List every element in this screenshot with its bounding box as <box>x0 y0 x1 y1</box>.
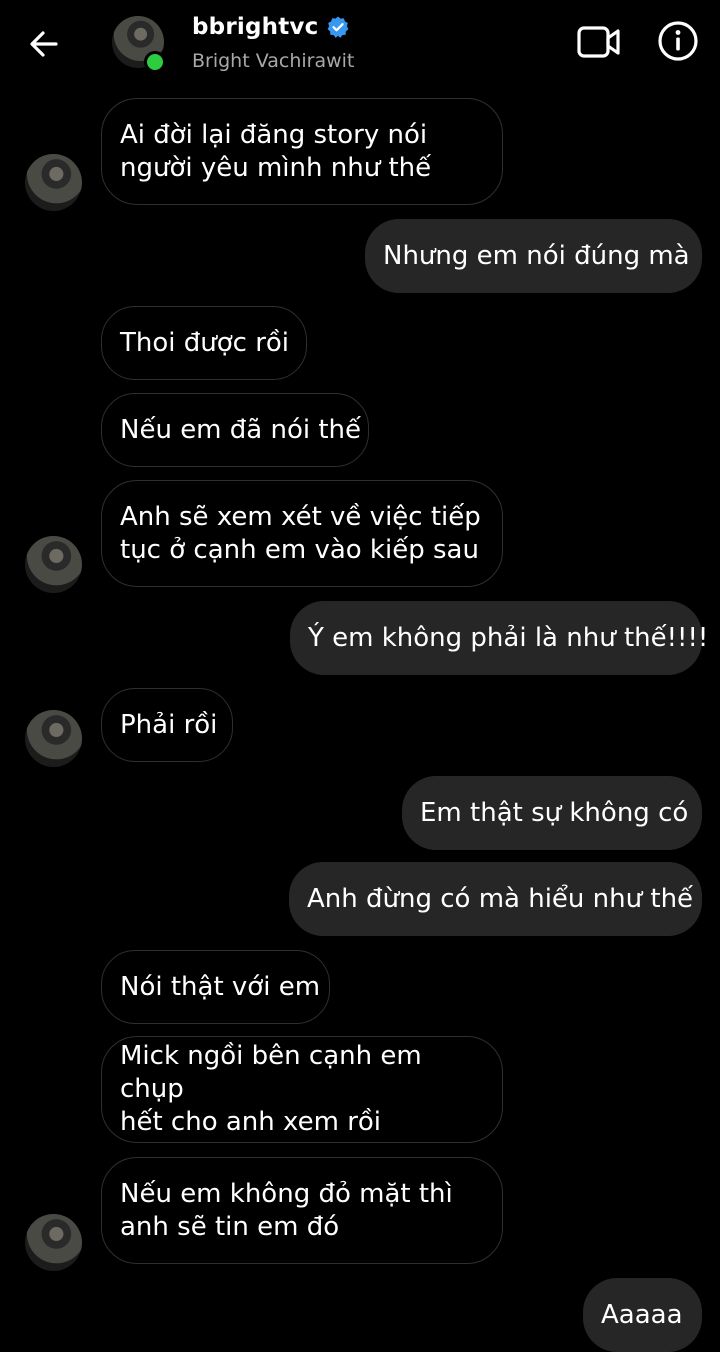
message-text: Nếu em đã nói thế <box>120 414 362 445</box>
message-bubble-sent[interactable]: Ý em không phải là như thế!!!! <box>290 601 708 675</box>
message-bubble-received[interactable]: Ai đời lại đăng story nói người yêu mình… <box>101 98 503 205</box>
message-text-line: hết cho anh xem rồi <box>120 1107 382 1137</box>
message-text-line: người yêu mình như thế <box>120 152 432 183</box>
message-text: Thoi được rồi <box>120 327 290 358</box>
message-bubble-received[interactable]: Thoi được rồi <box>101 306 307 380</box>
message-text-line: tục ở cạnh em vào kiếp sau <box>120 534 479 565</box>
message-text-line: Mick ngồi bên cạnh em chụp <box>120 1041 422 1104</box>
message-text: Ý em không phải là như thế!!!! <box>308 622 709 653</box>
message-bubble-sent[interactable]: Nhưng em nói đúng mà <box>365 219 702 293</box>
online-status-icon <box>144 51 166 73</box>
message-text: Aaaaa <box>601 1299 683 1330</box>
message-bubble-received[interactable]: Mick ngồi bên cạnh em chụp hết cho anh x… <box>101 1036 503 1143</box>
username: bbrightvc <box>192 14 319 40</box>
message-bubble-received[interactable]: Nếu em đã nói thế <box>101 393 369 467</box>
message-text: Phải rồi <box>120 709 218 740</box>
message-text-line: Ai đời lại đăng story nói <box>120 119 428 150</box>
message-text: Em thật sự không có <box>420 797 689 828</box>
message-bubble-received[interactable]: Phải rồi <box>101 688 233 762</box>
display-name: Bright Vachirawit <box>192 50 355 72</box>
sender-avatar[interactable] <box>25 710 82 767</box>
message-text: Nói thật với em <box>120 971 321 1002</box>
sender-avatar[interactable] <box>25 1214 82 1271</box>
sender-avatar[interactable] <box>25 536 82 593</box>
sender-avatar[interactable] <box>25 154 82 211</box>
video-call-icon[interactable] <box>576 22 622 62</box>
message-bubble-received[interactable]: Anh sẽ xem xét về việc tiếp tục ở cạnh e… <box>101 480 503 587</box>
chat-header: bbrightvc Bright Vachirawit <box>0 0 720 90</box>
message-text-line: Anh sẽ xem xét về việc tiếp <box>120 501 481 532</box>
username-row[interactable]: bbrightvc <box>192 14 350 40</box>
message-text-line: Nếu em không đỏ mặt thì <box>120 1178 453 1209</box>
message-text: Anh đừng có mà hiểu như thế <box>307 883 694 914</box>
message-text: Nhưng em nói đúng mà <box>383 240 690 271</box>
message-bubble-sent[interactable]: Anh đừng có mà hiểu như thế <box>289 862 702 936</box>
info-icon[interactable] <box>657 20 699 62</box>
message-bubble-received[interactable]: Nói thật với em <box>101 950 330 1024</box>
message-text-line: anh sẽ tin em đó <box>120 1211 340 1242</box>
message-bubble-sent[interactable]: Em thật sự không có <box>402 776 702 850</box>
back-arrow-icon[interactable] <box>26 26 62 62</box>
verified-badge-icon <box>328 16 349 38</box>
message-bubble-received[interactable]: Nếu em không đỏ mặt thì anh sẽ tin em đó <box>101 1157 503 1264</box>
